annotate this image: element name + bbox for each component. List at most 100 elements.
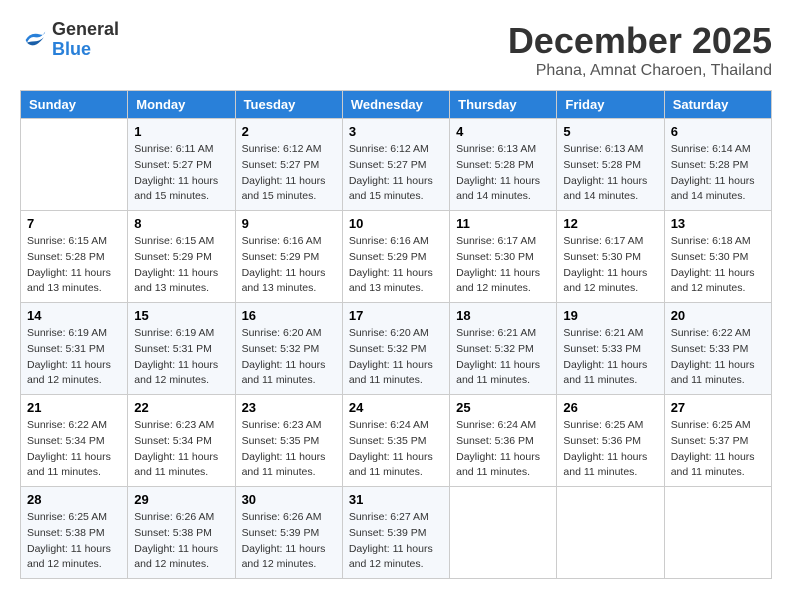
calendar-cell: 28 Sunrise: 6:25 AM Sunset: 5:38 PM Dayl… (21, 487, 128, 579)
sunset-label: Sunset: 5:35 PM (242, 435, 320, 447)
sunrise-label: Sunrise: 6:16 AM (349, 235, 429, 247)
calendar-cell: 31 Sunrise: 6:27 AM Sunset: 5:39 PM Dayl… (342, 487, 449, 579)
sunrise-label: Sunrise: 6:25 AM (27, 511, 107, 523)
calendar-table: SundayMondayTuesdayWednesdayThursdayFrid… (20, 90, 772, 579)
sunrise-label: Sunrise: 6:25 AM (671, 419, 751, 431)
weekday-header: Friday (557, 91, 664, 119)
sunset-label: Sunset: 5:32 PM (456, 343, 534, 355)
sunrise-label: Sunrise: 6:23 AM (134, 419, 214, 431)
calendar-cell: 16 Sunrise: 6:20 AM Sunset: 5:32 PM Dayl… (235, 303, 342, 395)
calendar-cell (450, 487, 557, 579)
daylight-label: Daylight: 11 hours and 11 minutes. (671, 359, 755, 387)
calendar-cell: 1 Sunrise: 6:11 AM Sunset: 5:27 PM Dayli… (128, 119, 235, 211)
sunset-label: Sunset: 5:39 PM (349, 527, 427, 539)
day-info: Sunrise: 6:22 AM Sunset: 5:34 PM Dayligh… (27, 418, 121, 481)
calendar-cell: 21 Sunrise: 6:22 AM Sunset: 5:34 PM Dayl… (21, 395, 128, 487)
daylight-label: Daylight: 11 hours and 13 minutes. (349, 267, 433, 295)
day-info: Sunrise: 6:24 AM Sunset: 5:35 PM Dayligh… (349, 418, 443, 481)
day-info: Sunrise: 6:15 AM Sunset: 5:28 PM Dayligh… (27, 234, 121, 297)
logo: General Blue (20, 20, 119, 60)
logo-blue-text: Blue (52, 40, 119, 60)
daylight-label: Daylight: 11 hours and 12 minutes. (27, 359, 111, 387)
sunrise-label: Sunrise: 6:18 AM (671, 235, 751, 247)
day-number: 8 (134, 216, 228, 231)
day-number: 10 (349, 216, 443, 231)
calendar-cell: 19 Sunrise: 6:21 AM Sunset: 5:33 PM Dayl… (557, 303, 664, 395)
day-number: 25 (456, 400, 550, 415)
day-number: 6 (671, 124, 765, 139)
calendar-cell: 11 Sunrise: 6:17 AM Sunset: 5:30 PM Dayl… (450, 211, 557, 303)
day-info: Sunrise: 6:27 AM Sunset: 5:39 PM Dayligh… (349, 510, 443, 573)
sunrise-label: Sunrise: 6:17 AM (563, 235, 643, 247)
calendar-cell: 2 Sunrise: 6:12 AM Sunset: 5:27 PM Dayli… (235, 119, 342, 211)
day-info: Sunrise: 6:12 AM Sunset: 5:27 PM Dayligh… (242, 142, 336, 205)
sunset-label: Sunset: 5:37 PM (671, 435, 749, 447)
daylight-label: Daylight: 11 hours and 11 minutes. (456, 359, 540, 387)
daylight-label: Daylight: 11 hours and 14 minutes. (671, 175, 755, 203)
day-info: Sunrise: 6:25 AM Sunset: 5:37 PM Dayligh… (671, 418, 765, 481)
sunset-label: Sunset: 5:30 PM (563, 251, 641, 263)
day-info: Sunrise: 6:19 AM Sunset: 5:31 PM Dayligh… (134, 326, 228, 389)
sunset-label: Sunset: 5:36 PM (563, 435, 641, 447)
day-info: Sunrise: 6:23 AM Sunset: 5:34 PM Dayligh… (134, 418, 228, 481)
day-info: Sunrise: 6:17 AM Sunset: 5:30 PM Dayligh… (456, 234, 550, 297)
sunset-label: Sunset: 5:33 PM (563, 343, 641, 355)
location-subtitle: Phana, Amnat Charoen, Thailand (508, 62, 772, 80)
day-number: 7 (27, 216, 121, 231)
weekday-header: Wednesday (342, 91, 449, 119)
sunrise-label: Sunrise: 6:21 AM (563, 327, 643, 339)
day-info: Sunrise: 6:26 AM Sunset: 5:38 PM Dayligh… (134, 510, 228, 573)
day-number: 20 (671, 308, 765, 323)
day-number: 22 (134, 400, 228, 415)
sunset-label: Sunset: 5:27 PM (349, 159, 427, 171)
calendar-cell: 5 Sunrise: 6:13 AM Sunset: 5:28 PM Dayli… (557, 119, 664, 211)
daylight-label: Daylight: 11 hours and 13 minutes. (134, 267, 218, 295)
calendar-cell: 24 Sunrise: 6:24 AM Sunset: 5:35 PM Dayl… (342, 395, 449, 487)
calendar-cell: 25 Sunrise: 6:24 AM Sunset: 5:36 PM Dayl… (450, 395, 557, 487)
sunrise-label: Sunrise: 6:23 AM (242, 419, 322, 431)
day-info: Sunrise: 6:21 AM Sunset: 5:32 PM Dayligh… (456, 326, 550, 389)
day-number: 29 (134, 492, 228, 507)
day-number: 31 (349, 492, 443, 507)
calendar-cell: 12 Sunrise: 6:17 AM Sunset: 5:30 PM Dayl… (557, 211, 664, 303)
day-number: 18 (456, 308, 550, 323)
calendar-cell: 17 Sunrise: 6:20 AM Sunset: 5:32 PM Dayl… (342, 303, 449, 395)
day-info: Sunrise: 6:24 AM Sunset: 5:36 PM Dayligh… (456, 418, 550, 481)
daylight-label: Daylight: 11 hours and 11 minutes. (134, 451, 218, 479)
day-number: 1 (134, 124, 228, 139)
day-info: Sunrise: 6:13 AM Sunset: 5:28 PM Dayligh… (456, 142, 550, 205)
day-info: Sunrise: 6:16 AM Sunset: 5:29 PM Dayligh… (349, 234, 443, 297)
calendar-cell: 14 Sunrise: 6:19 AM Sunset: 5:31 PM Dayl… (21, 303, 128, 395)
calendar-cell: 10 Sunrise: 6:16 AM Sunset: 5:29 PM Dayl… (342, 211, 449, 303)
calendar-cell (664, 487, 771, 579)
daylight-label: Daylight: 11 hours and 12 minutes. (349, 543, 433, 571)
daylight-label: Daylight: 11 hours and 12 minutes. (134, 359, 218, 387)
daylight-label: Daylight: 11 hours and 15 minutes. (242, 175, 326, 203)
day-number: 28 (27, 492, 121, 507)
day-info: Sunrise: 6:25 AM Sunset: 5:38 PM Dayligh… (27, 510, 121, 573)
sunset-label: Sunset: 5:28 PM (27, 251, 105, 263)
sunset-label: Sunset: 5:29 PM (134, 251, 212, 263)
sunset-label: Sunset: 5:31 PM (134, 343, 212, 355)
day-number: 13 (671, 216, 765, 231)
calendar-cell: 27 Sunrise: 6:25 AM Sunset: 5:37 PM Dayl… (664, 395, 771, 487)
logo-general-text: General (52, 20, 119, 40)
sunrise-label: Sunrise: 6:27 AM (349, 511, 429, 523)
sunrise-label: Sunrise: 6:12 AM (349, 143, 429, 155)
sunrise-label: Sunrise: 6:16 AM (242, 235, 322, 247)
sunset-label: Sunset: 5:33 PM (671, 343, 749, 355)
sunrise-label: Sunrise: 6:13 AM (456, 143, 536, 155)
calendar-cell: 30 Sunrise: 6:26 AM Sunset: 5:39 PM Dayl… (235, 487, 342, 579)
calendar-cell: 15 Sunrise: 6:19 AM Sunset: 5:31 PM Dayl… (128, 303, 235, 395)
day-info: Sunrise: 6:16 AM Sunset: 5:29 PM Dayligh… (242, 234, 336, 297)
day-number: 15 (134, 308, 228, 323)
day-number: 14 (27, 308, 121, 323)
weekday-header: Sunday (21, 91, 128, 119)
sunrise-label: Sunrise: 6:26 AM (242, 511, 322, 523)
day-info: Sunrise: 6:20 AM Sunset: 5:32 PM Dayligh… (242, 326, 336, 389)
daylight-label: Daylight: 11 hours and 11 minutes. (563, 359, 647, 387)
day-info: Sunrise: 6:14 AM Sunset: 5:28 PM Dayligh… (671, 142, 765, 205)
weekday-header: Tuesday (235, 91, 342, 119)
day-number: 23 (242, 400, 336, 415)
daylight-label: Daylight: 11 hours and 15 minutes. (134, 175, 218, 203)
